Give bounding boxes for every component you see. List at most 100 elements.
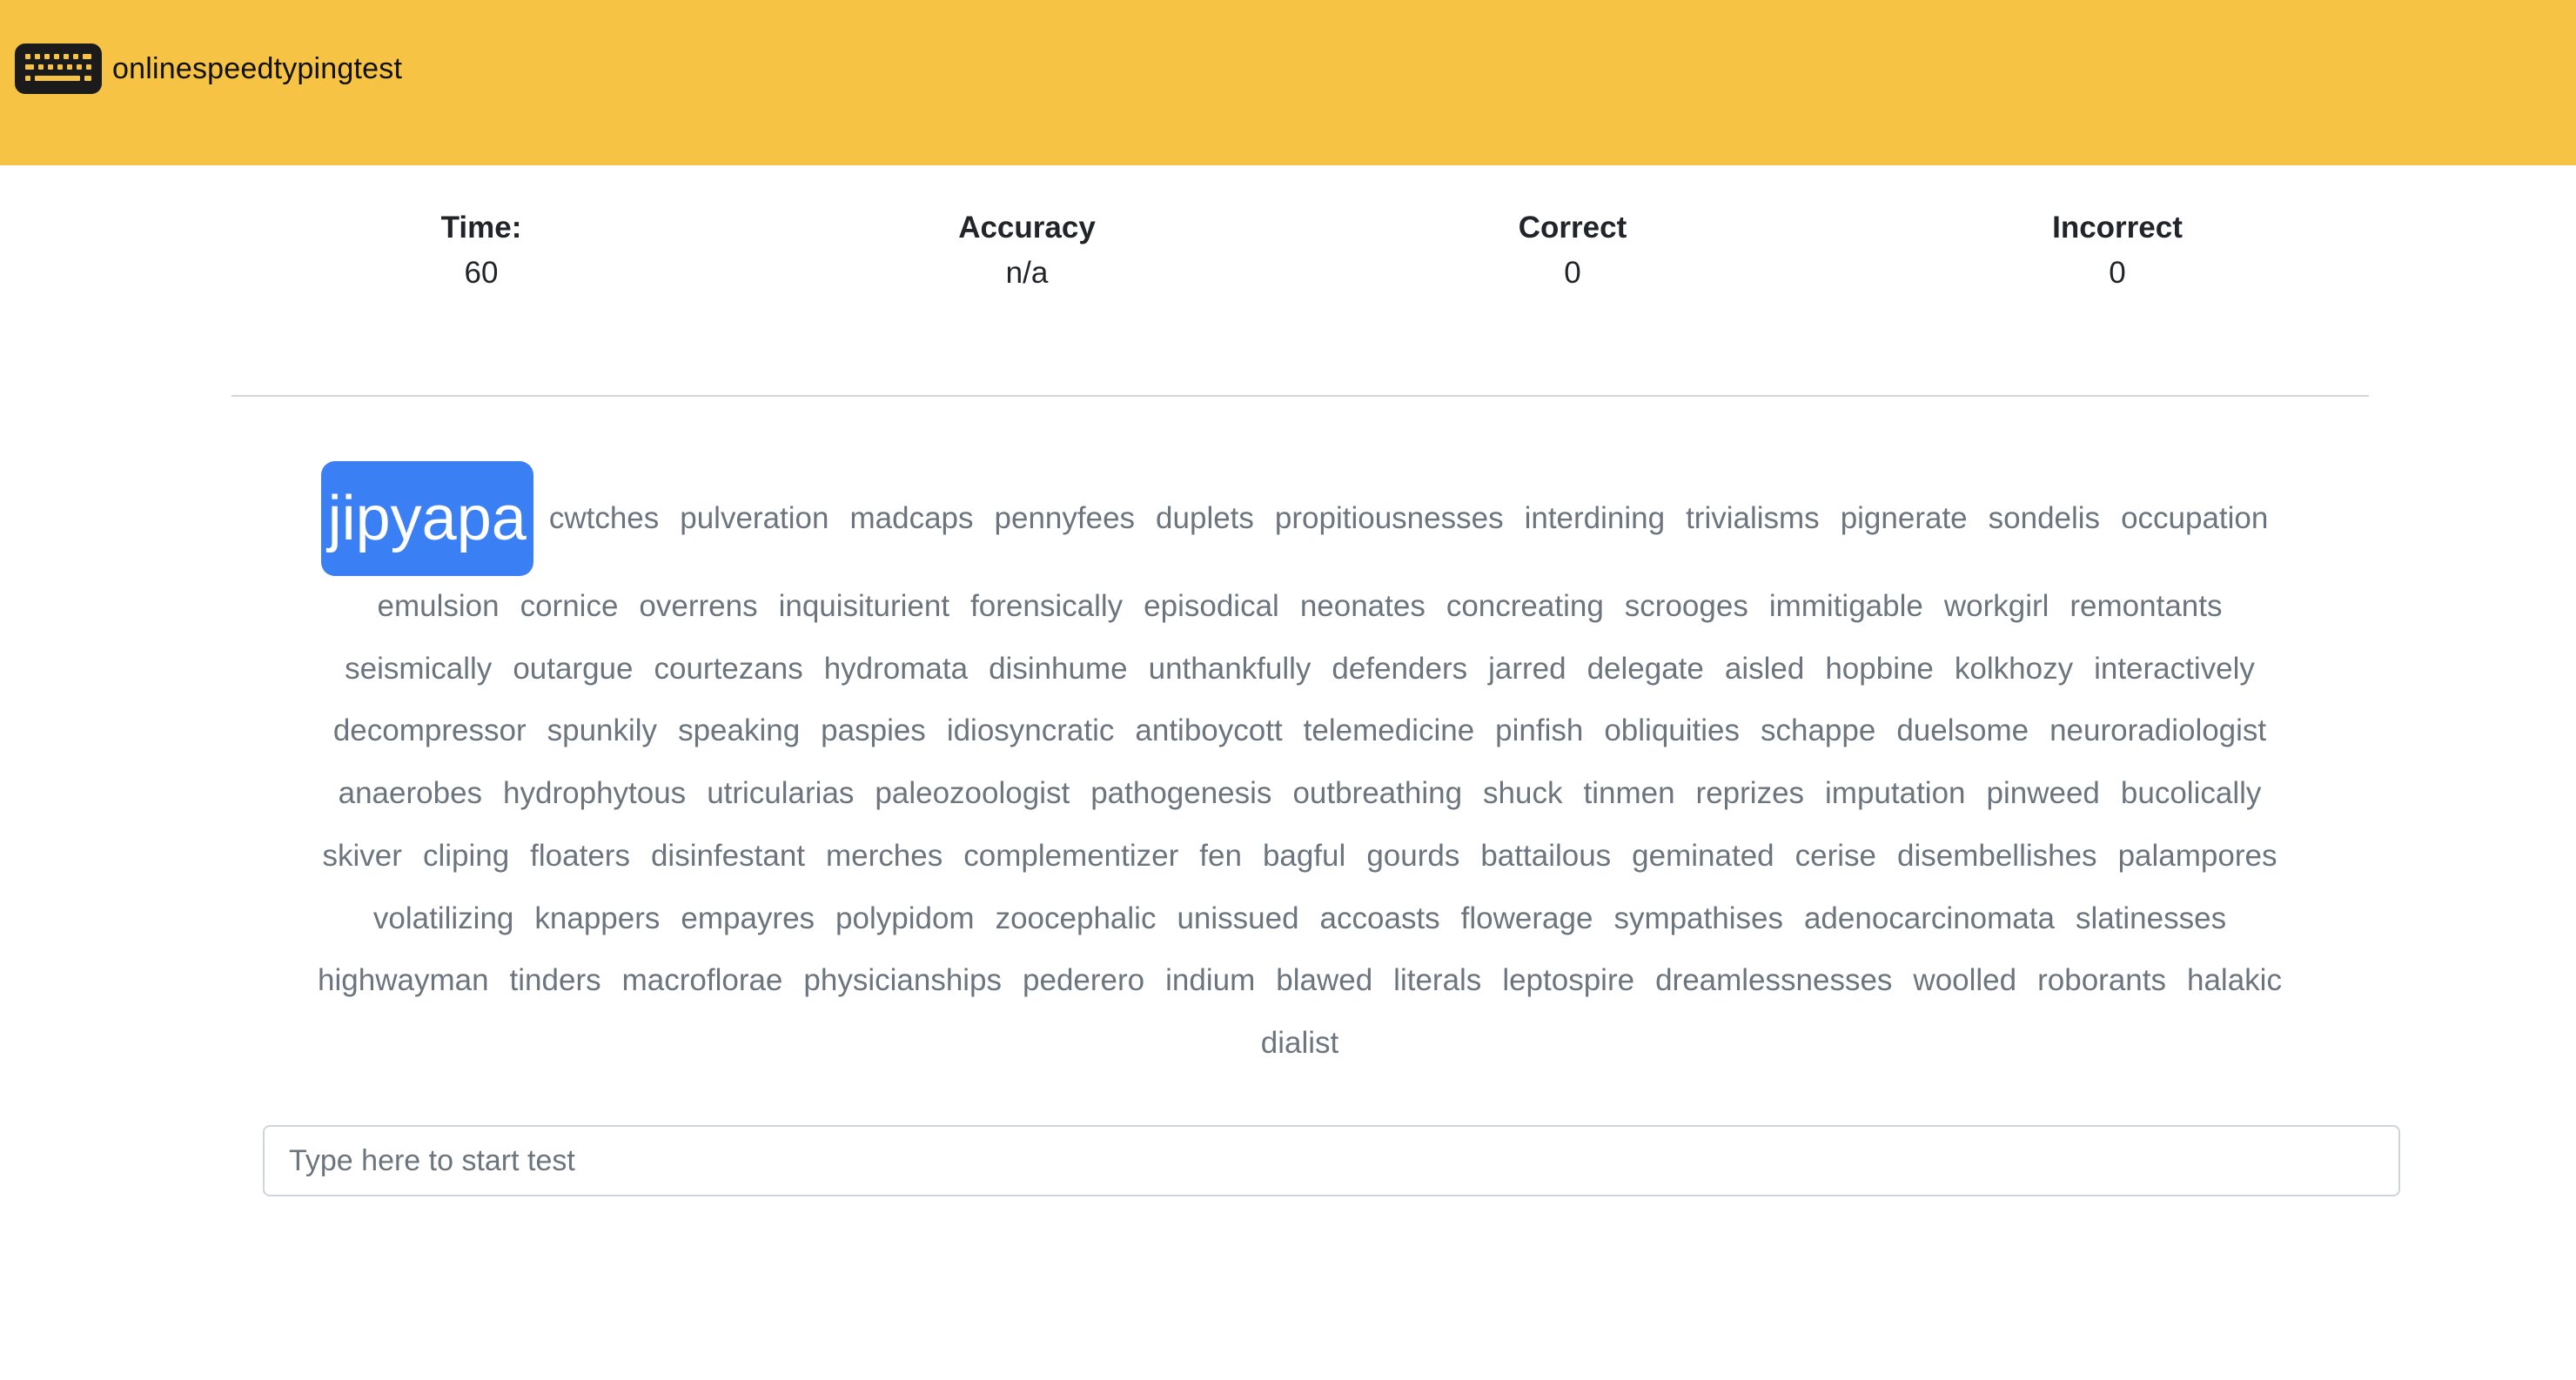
word: interactively (2094, 651, 2255, 686)
word-line: highwayman tinders macroflorae physicianshi… (261, 949, 2338, 1012)
stat-incorrect-value: 0 (2109, 256, 2126, 290)
word: paspies (821, 713, 926, 748)
word-line: skiver cliping floaters disinfestant merches… (261, 824, 2338, 887)
word: hopbine (1825, 651, 1934, 686)
word: disembellishes (1897, 838, 2097, 873)
word: decompressor (332, 713, 527, 748)
word: pignerate (1840, 500, 1968, 535)
word: sympathises (1613, 901, 1783, 935)
stat-time-label: Time: (440, 211, 522, 245)
word-line: emulsion cornice overrens inquisiturient for… (261, 574, 2338, 637)
stat-accuracy: Accuracy n/a (853, 205, 1201, 296)
word: sondelis (1988, 500, 2101, 535)
word: immitigable (1768, 588, 1923, 623)
word: inquisiturient (778, 588, 950, 623)
word: pathogenesis (1090, 776, 1272, 810)
word: duelsome (1896, 713, 2029, 748)
word: utricularias (707, 776, 855, 810)
word: outbreathing (1292, 776, 1463, 810)
word: imputation (1825, 776, 1966, 810)
word: disinfestant (650, 838, 806, 873)
stat-correct-value: 0 (1564, 256, 1581, 290)
stat-accuracy-value: n/a (1005, 256, 1049, 290)
word: accoasts (1319, 901, 1440, 935)
word: knappers (534, 901, 661, 935)
top-bar: onlinespeedtypingtest (0, 0, 2576, 165)
word: hydromata (823, 651, 969, 686)
word: blawed (1276, 963, 1373, 998)
keyboard-icon (15, 44, 102, 94)
word: shuck (1483, 776, 1563, 810)
word-line: dialist (261, 1011, 2338, 1074)
stat-accuracy-label: Accuracy (958, 211, 1096, 245)
word: scrooges (1624, 588, 1748, 623)
word: paleozoologist (875, 776, 1070, 810)
word: flowerage (1460, 901, 1593, 935)
stat-time: Time: 60 (307, 205, 655, 296)
brand-link[interactable]: onlinespeedtypingtest (15, 44, 402, 94)
word: adenocarcinomata (1803, 901, 2055, 935)
word: madcaps (849, 500, 974, 535)
word: pulveration (680, 500, 829, 535)
word: schappe (1761, 713, 1876, 748)
word: roborants (2037, 963, 2166, 998)
word: fen (1199, 838, 1242, 873)
word: pederero (1023, 963, 1145, 998)
stat-incorrect: Incorrect 0 (1943, 205, 2291, 296)
word-line: jipyapa cwtches pulveration madcaps pennyfee… (261, 459, 2338, 576)
word: reprizes (1695, 776, 1805, 810)
word: neuroradiologist (2049, 713, 2267, 748)
word: geminated (1632, 838, 1774, 873)
word: skiver (322, 838, 402, 873)
word: propitiousnesses (1274, 500, 1504, 535)
word: slatinesses (2075, 901, 2227, 935)
stat-correct: Correct 0 (1399, 205, 1747, 296)
word: forensically (970, 588, 1124, 623)
word: tinmen (1583, 776, 1675, 810)
word: tinders (509, 963, 601, 998)
word: spunkily (547, 713, 658, 748)
word: dreamlessnesses (1655, 963, 1893, 998)
word: zoocephalic (995, 901, 1157, 935)
word: polypidom (835, 901, 975, 935)
word: workgirl (1943, 588, 2049, 623)
word: woolled (1913, 963, 2017, 998)
word: obliquities (1604, 713, 1740, 748)
word: seismically (345, 651, 493, 686)
divider (231, 395, 2369, 397)
typing-input[interactable] (263, 1125, 2400, 1196)
word: bagful (1262, 838, 1346, 873)
word-line: anaerobes hydrophytous utricularias paleozo… (261, 761, 2338, 824)
word: courtezans (654, 651, 803, 686)
word: indium (1165, 963, 1256, 998)
word: kolkhozy (1954, 651, 2074, 686)
word: interdining (1524, 500, 1666, 535)
word: neonates (1299, 588, 1426, 623)
brand-name: onlinespeedtypingtest (112, 51, 403, 85)
word: jarred (1488, 651, 1566, 686)
word: defenders (1332, 651, 1468, 686)
word: duplets (1156, 500, 1254, 535)
word-line: seismically outargue courtezans hydromata di… (261, 637, 2338, 700)
word: anaerobes (338, 776, 483, 810)
stat-incorrect-label: Incorrect (2052, 211, 2183, 245)
word: pinweed (1986, 776, 2100, 810)
word: cliping (422, 838, 510, 873)
word: dialist (1260, 1026, 1339, 1060)
word: cwtches (548, 500, 660, 535)
word: episodical (1144, 588, 1279, 623)
word: merches (826, 838, 943, 873)
word: floaters (530, 838, 630, 873)
stat-time-value: 60 (464, 256, 499, 290)
word: outargue (513, 651, 634, 686)
word-list: jipyapa cwtches pulveration madcaps pennyfee… (261, 459, 2338, 1074)
current-word: jipyapa (320, 460, 533, 576)
word: disinhume (989, 651, 1128, 686)
word: complementizer (963, 838, 1179, 873)
word: unthankfully (1148, 651, 1311, 686)
word: macroflorae (621, 963, 783, 998)
word: overrens (639, 588, 758, 623)
word: physicianships (803, 963, 1003, 998)
word: speaking (678, 713, 801, 748)
word: halakic (2187, 963, 2282, 998)
